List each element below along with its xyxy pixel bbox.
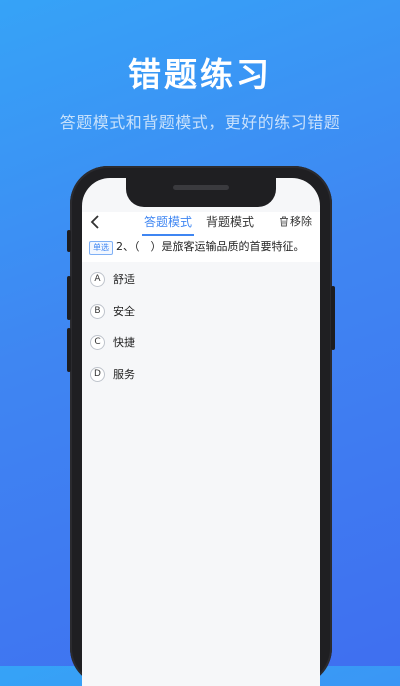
option-c[interactable]: C 快捷: [90, 333, 312, 355]
chevron-left-icon[interactable]: [90, 214, 106, 234]
question-text: 2、（ ）是旅客运输品质的首要特征。: [116, 240, 305, 253]
option-letter: C: [90, 335, 105, 350]
option-text: 服务: [113, 367, 135, 381]
trash-icon: [280, 216, 288, 227]
options-list: A 舒适 B 安全 C 快捷 D 服务: [90, 270, 312, 396]
phone-frame: 答题模式 背题模式 移除 单选 2、（ ）是旅客运输品质的首要特征。 A 舒适 …: [67, 166, 335, 686]
promo-title: 错题练习: [128, 55, 272, 94]
top-nav: 答题模式 背题模式 移除: [82, 212, 320, 236]
option-letter: D: [90, 366, 105, 382]
question-type-badge: 单选: [89, 241, 113, 255]
power-button: [331, 286, 335, 350]
option-text: 安全: [113, 304, 135, 318]
tab-answer-mode[interactable]: 答题模式: [142, 212, 195, 236]
remove-label: 移除: [290, 215, 312, 228]
option-text: 舒适: [113, 273, 135, 286]
question-row: 单选 2、（ ）是旅客运输品质的首要特征。: [82, 236, 320, 262]
tab-answer-mode-label: 答题模式: [144, 215, 193, 229]
speaker: [173, 185, 229, 190]
volume-down-button: [67, 328, 71, 372]
volume-up-button: [67, 276, 71, 320]
tab-recite-mode-label: 背题模式: [206, 215, 255, 229]
option-letter: A: [90, 272, 105, 287]
tab-recite-mode[interactable]: 背题模式: [206, 212, 254, 236]
notch: [126, 178, 276, 207]
option-text: 快捷: [113, 336, 135, 349]
option-a[interactable]: A 舒适: [90, 270, 312, 292]
option-d[interactable]: D 服务: [90, 365, 312, 387]
phone-screen: 答题模式 背题模式 移除 单选 2、（ ）是旅客运输品质的首要特征。 A 舒适 …: [82, 178, 320, 686]
remove-button[interactable]: 移除: [279, 212, 312, 236]
mute-switch: [67, 230, 71, 252]
option-b[interactable]: B 安全: [90, 302, 312, 324]
promo-subtitle: 答题模式和背题模式，更好的练习错题: [59, 113, 341, 132]
option-letter: B: [90, 303, 105, 319]
